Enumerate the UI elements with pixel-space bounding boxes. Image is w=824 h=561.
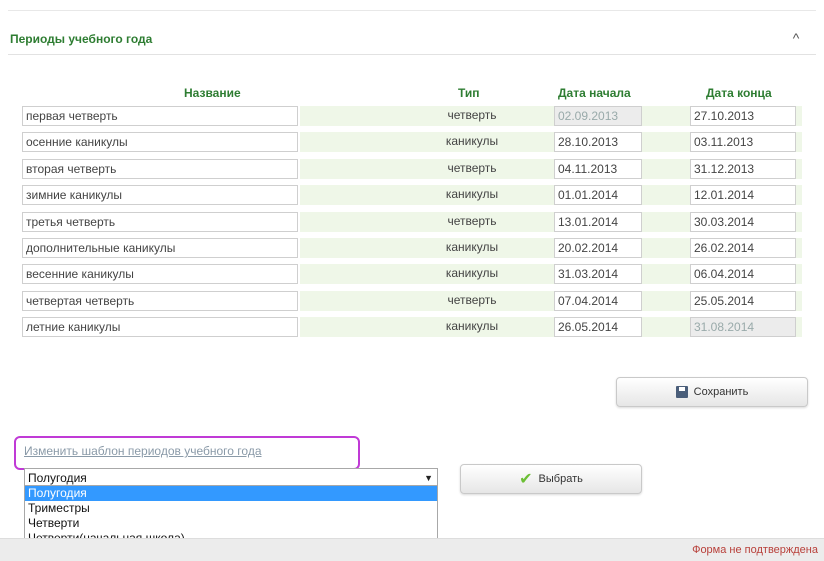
end-date-field[interactable]: 12.01.2014 [690, 185, 796, 206]
dropdown-option-trimesters[interactable]: Триместры [25, 501, 437, 516]
table-row: зимние каникулы каникулы 01.01.2014 12.0… [22, 185, 802, 206]
table-row: летние каникулы каникулы 26.05.2014 31.0… [22, 317, 802, 338]
choose-button[interactable]: ✔ Выбрать [460, 464, 642, 494]
dropdown-option-halfyears[interactable]: Полугодия [25, 486, 437, 501]
start-date-field[interactable]: 31.03.2014 [554, 264, 642, 285]
table-row: весенние каникулы каникулы 31.03.2014 06… [22, 264, 802, 285]
period-type: четверть [447, 160, 497, 175]
period-name-field[interactable]: зимние каникулы [22, 185, 298, 206]
period-type: каникулы [445, 319, 499, 334]
start-date-field[interactable]: 01.01.2014 [554, 185, 642, 206]
period-name-field[interactable]: первая четверть [22, 106, 298, 126]
start-date-field[interactable]: 28.10.2013 [554, 132, 642, 153]
periods-table: первая четверть четверть 02.09.2013 27.1… [22, 106, 802, 344]
start-date-field[interactable]: 20.02.2014 [554, 237, 642, 258]
period-type: четверть [447, 108, 497, 122]
period-type: каникулы [445, 187, 499, 202]
period-type: каникулы [445, 239, 499, 254]
column-header-start: Дата начала [558, 86, 631, 100]
table-row: четвертая четверть четверть 07.04.2014 2… [22, 290, 802, 311]
end-date-field[interactable]: 03.11.2013 [690, 132, 796, 153]
change-template-link[interactable]: Изменить шаблон периодов учебного года [24, 444, 262, 458]
template-select-value: Полугодия [28, 471, 87, 485]
start-date-field[interactable]: 07.04.2014 [554, 290, 642, 311]
top-divider [8, 10, 816, 11]
column-header-end: Дата конца [706, 86, 772, 100]
end-date-field[interactable]: 31.12.2013 [690, 158, 796, 179]
template-select[interactable]: Полугодия ▼ [24, 468, 438, 486]
period-name-field[interactable]: дополнительные каникулы [22, 237, 298, 258]
chevron-down-icon: ▼ [424, 473, 433, 483]
period-name-field[interactable]: осенние каникулы [22, 132, 298, 153]
start-date-field[interactable]: 13.01.2014 [554, 211, 642, 232]
end-date-field[interactable]: 06.04.2014 [690, 264, 796, 285]
period-name-field[interactable]: вторая четверть [22, 158, 298, 179]
period-name-field[interactable]: четвертая четверть [22, 290, 298, 311]
table-row: первая четверть четверть 02.09.2013 27.1… [22, 106, 802, 126]
period-type: каникулы [445, 266, 499, 281]
form-status: Форма не подтверждена [692, 544, 818, 556]
table-row: вторая четверть четверть 04.11.2013 31.1… [22, 158, 802, 179]
start-date-field: 02.09.2013 [554, 106, 642, 126]
period-name-field[interactable]: третья четверть [22, 211, 298, 232]
period-type: четверть [447, 213, 497, 228]
start-date-field[interactable]: 04.11.2013 [554, 158, 642, 179]
save-button-label: Сохранить [693, 386, 749, 398]
table-row: третья четверть четверть 13.01.2014 30.0… [22, 211, 802, 232]
end-date-field: 31.08.2014 [690, 317, 796, 338]
save-button[interactable]: Сохранить [616, 377, 808, 407]
panel-title: Периоды учебного года [10, 32, 153, 46]
end-date-field[interactable]: 26.02.2014 [690, 237, 796, 258]
end-date-field[interactable]: 27.10.2013 [690, 106, 796, 126]
table-row: дополнительные каникулы каникулы 20.02.2… [22, 237, 802, 258]
period-name-field[interactable]: летние каникулы [22, 317, 298, 338]
check-icon: ✔ [519, 471, 533, 488]
period-type: каникулы [445, 134, 499, 149]
dropdown-option-quarters[interactable]: Четверти [25, 516, 437, 531]
table-row: осенние каникулы каникулы 28.10.2013 03.… [22, 132, 802, 153]
start-date-field[interactable]: 26.05.2014 [554, 317, 642, 338]
period-type: четверть [447, 292, 497, 307]
column-header-type: Тип [458, 86, 480, 100]
end-date-field[interactable]: 30.03.2014 [690, 211, 796, 232]
period-name-field[interactable]: весенние каникулы [22, 264, 298, 285]
choose-button-label: Выбрать [538, 473, 583, 485]
end-date-field[interactable]: 25.05.2014 [690, 290, 796, 311]
save-icon [675, 386, 688, 398]
chevron-up-icon[interactable]: ^ [788, 30, 804, 46]
panel-header: Периоды учебного года ^ [8, 24, 816, 55]
column-header-name: Название [184, 86, 241, 100]
